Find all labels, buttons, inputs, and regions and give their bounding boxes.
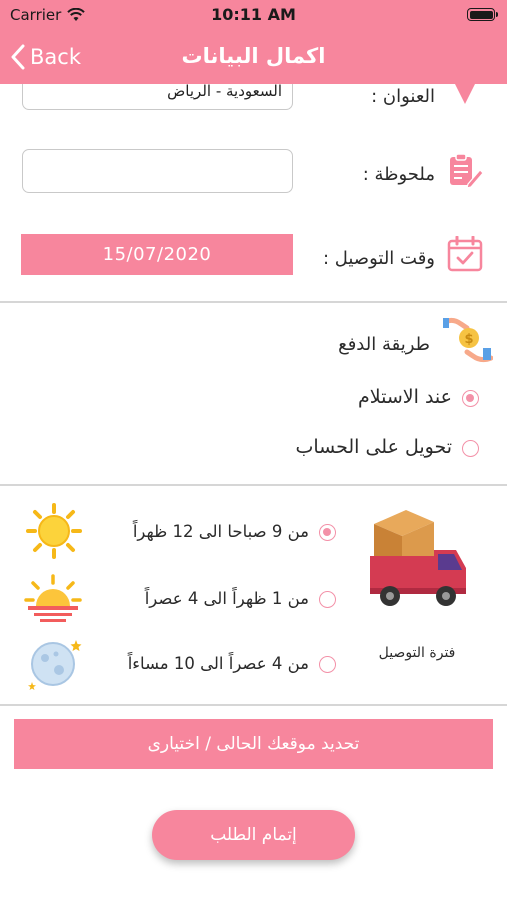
payment-option-transfer-radio[interactable] [462, 440, 479, 457]
slot-evening-radio[interactable] [319, 656, 336, 673]
section-divider [0, 484, 507, 486]
note-field[interactable] [22, 149, 293, 193]
payment-option-transfer-label[interactable]: تحويل على الحساب [295, 436, 452, 458]
payment-option-cod-label[interactable]: عند الاستلام [358, 386, 452, 408]
sunset-icon [24, 574, 82, 622]
section-divider [0, 704, 507, 706]
sun-icon [26, 503, 82, 559]
payment-hands-icon: $ [443, 317, 493, 363]
status-time: 10:11 AM [211, 5, 296, 24]
battery-icon [467, 8, 498, 21]
slot-evening-label[interactable]: من 4 عصراً الى 10 مساءاً [128, 654, 309, 673]
delivery-time-label: وقت التوصيل : [322, 248, 435, 269]
location-pin-icon [455, 84, 475, 104]
page-title: اكمال البيانات [181, 44, 326, 68]
calendar-icon [447, 236, 483, 272]
delivery-truck-icon [370, 510, 466, 606]
slot-morning-radio[interactable] [319, 524, 336, 541]
complete-order-button[interactable]: إتمام الطلب [152, 810, 355, 860]
payment-method-title: طريقة الدفع [338, 334, 430, 355]
moon-icon [28, 640, 82, 690]
current-location-button[interactable]: تحديد موقعك الحالى / اختيارى [14, 719, 493, 769]
payment-option-cod-radio[interactable] [462, 390, 479, 407]
delivery-date-picker[interactable]: 15/07/2020 [21, 234, 293, 275]
section-divider [0, 301, 507, 303]
svg-text:$: $ [464, 332, 473, 347]
slot-afternoon-radio[interactable] [319, 591, 336, 608]
slot-afternoon-label[interactable]: من 1 ظهراً الى 4 عصراً [145, 589, 309, 608]
delivery-period-label: فترة التوصيل [378, 645, 456, 661]
address-label: العنوان : [371, 86, 435, 107]
slot-morning-label[interactable]: من 9 صباحا الى 12 ظهراً [133, 522, 309, 541]
note-label: ملحوظة : [362, 164, 435, 185]
notepad-icon [450, 153, 484, 189]
